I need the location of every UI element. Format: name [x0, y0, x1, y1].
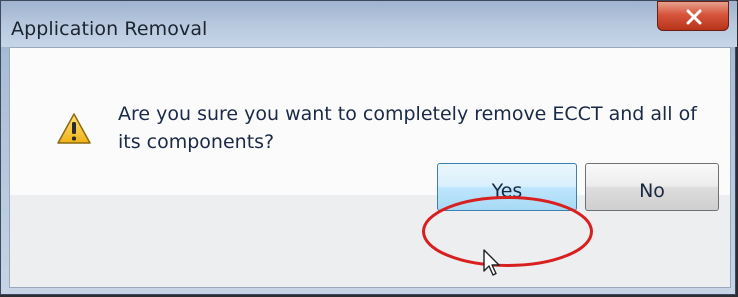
close-button[interactable]: [657, 1, 729, 31]
no-button-label: No: [639, 180, 665, 202]
close-icon: [686, 9, 702, 25]
dialog-title: Application Removal: [11, 18, 208, 40]
no-button[interactable]: No: [585, 163, 719, 211]
yes-button-label: Yes: [491, 180, 523, 202]
yes-button[interactable]: Yes: [437, 163, 577, 211]
mouse-cursor-icon: [483, 249, 500, 276]
title-bar[interactable]: Application Removal: [1, 1, 737, 47]
warning-icon: [57, 113, 91, 144]
dialog-message: Are you sure you want to completely remo…: [118, 103, 697, 153]
dialog-window: Application Removal Are you sure you wan…: [0, 0, 737, 295]
